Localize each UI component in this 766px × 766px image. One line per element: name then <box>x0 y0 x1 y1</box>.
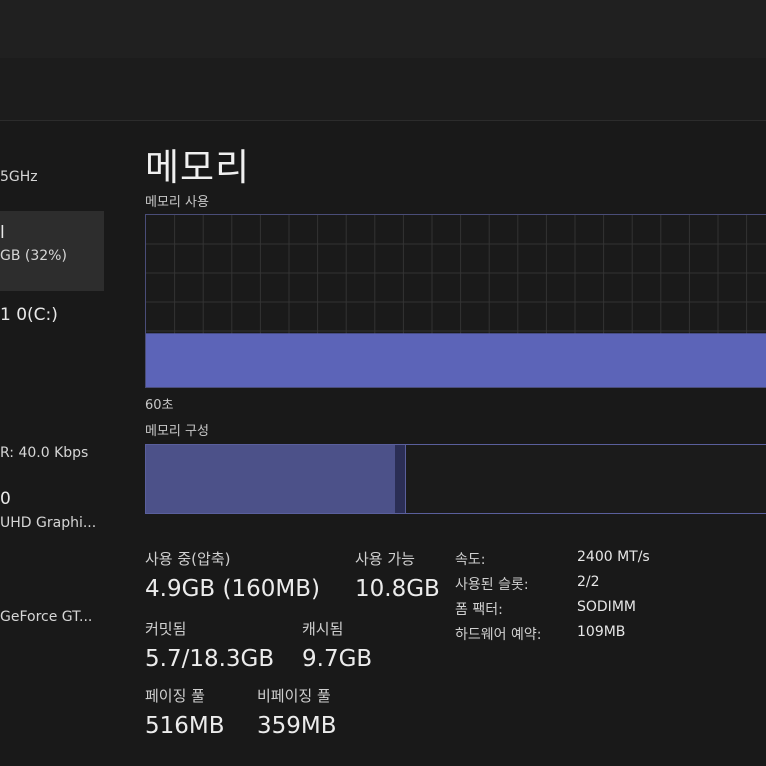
form-factor-value: SODIMM <box>577 599 636 615</box>
composition-in-use <box>146 445 395 513</box>
cached-value: 9.7GB <box>302 646 373 672</box>
speed-label: 속도: <box>455 552 486 568</box>
sidebar-item-memory[interactable]: l GB (32%) <box>0 211 104 291</box>
hardware-reserved-label: 하드웨어 예약: <box>455 627 542 643</box>
usage-area <box>146 333 766 387</box>
memory-panel: 메모리 메모리 사용 60초 메모리 구성 사용 중(압축) 4.9GB (16… <box>110 121 766 766</box>
sidebar-item-memory-usage: GB (32%) <box>0 248 67 264</box>
toolbar <box>0 58 766 121</box>
memory-usage-graph-svg <box>146 215 766 387</box>
speed-value: 2400 MT/s <box>577 549 650 565</box>
nonpaged-pool-value: 359MB <box>257 713 337 739</box>
hardware-reserved-value: 109MB <box>577 624 626 640</box>
sidebar-item-gpu1[interactable]: GeForce GT... <box>0 601 104 641</box>
sidebar-item-disk[interactable]: 1 0(C:) <box>0 299 104 339</box>
sidebar-item-cpu[interactable]: 5GHz <box>0 161 104 201</box>
paged-pool-label: 페이징 풀 <box>145 687 205 705</box>
available-label: 사용 가능 <box>355 550 415 568</box>
sidebar-item-gpu1-name: GeForce GT... <box>0 609 93 625</box>
title-bar <box>0 0 766 58</box>
slots-label: 사용된 슬롯: <box>455 577 529 593</box>
sidebar-item-network-label: R: 40.0 Kbps <box>0 445 89 461</box>
in-use-value: 4.9GB (160MB) <box>145 576 320 602</box>
sidebar-item-memory-title: l <box>0 223 5 243</box>
sidebar-item-gpu0-name: UHD Graphi... <box>0 515 97 531</box>
usage-graph-label: 메모리 사용 <box>145 195 209 210</box>
memory-composition-bar <box>145 444 766 514</box>
sidebar-item-network[interactable]: R: 40.0 Kbps <box>0 437 104 477</box>
cached-label: 캐시됨 <box>302 620 344 638</box>
sidebar-item-disk-label: 1 0(C:) <box>0 305 58 325</box>
sidebar-item-gpu0[interactable]: 0 UHD Graphi... <box>0 483 104 543</box>
composition-modified <box>394 445 406 513</box>
sidebar: 5GHz l GB (32%) 1 0(C:) R: 40.0 Kbps 0 U… <box>0 121 110 766</box>
time-range-label: 60초 <box>145 398 174 413</box>
nonpaged-pool-label: 비페이징 풀 <box>257 687 331 705</box>
sidebar-item-gpu0-title: 0 <box>0 489 11 509</box>
slots-value: 2/2 <box>577 574 600 590</box>
page-title: 메모리 <box>145 146 251 189</box>
form-factor-label: 폼 팩터: <box>455 602 503 618</box>
sidebar-item-cpu-label: 5GHz <box>0 169 38 185</box>
available-value: 10.8GB <box>355 576 440 602</box>
committed-value: 5.7/18.3GB <box>145 646 275 672</box>
committed-label: 커밋됨 <box>145 620 187 638</box>
in-use-label: 사용 중(압축) <box>145 550 231 568</box>
paged-pool-value: 516MB <box>145 713 225 739</box>
memory-usage-graph <box>145 214 766 388</box>
composition-label: 메모리 구성 <box>145 424 209 439</box>
